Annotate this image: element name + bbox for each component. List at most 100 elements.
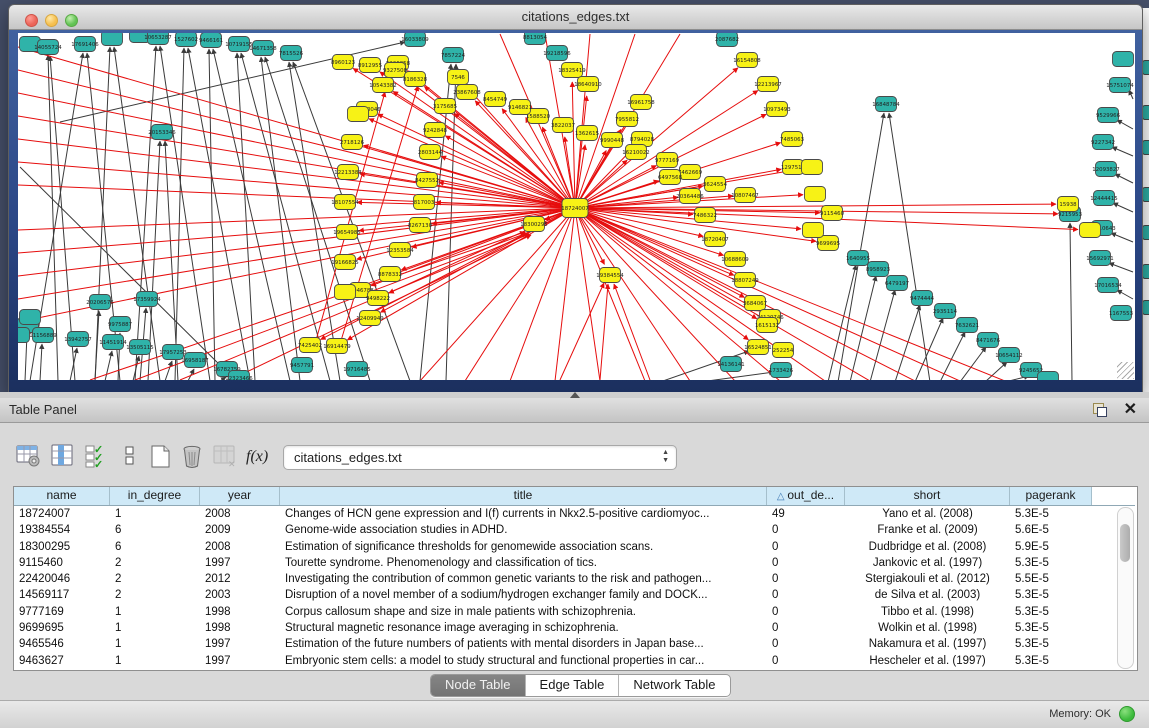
graph-node[interactable]: 7632621 bbox=[955, 318, 979, 333]
graph-node[interactable]: 9457791 bbox=[290, 358, 314, 373]
graph-node[interactable]: 17691406 bbox=[71, 37, 99, 52]
graph-node[interactable]: 17359924 bbox=[133, 292, 161, 307]
graph-node[interactable]: 12444415 bbox=[1090, 191, 1117, 206]
graph-node[interactable]: 1527602 bbox=[174, 33, 198, 47]
graph-node[interactable]: 9498222 bbox=[366, 291, 390, 306]
graph-node[interactable]: 8471676 bbox=[976, 333, 1001, 348]
graph-node[interactable]: 2935114 bbox=[933, 304, 958, 319]
graph-node[interactable]: 14136141 bbox=[717, 357, 744, 372]
tab-network-table[interactable]: Network Table bbox=[619, 675, 729, 696]
graph-node[interactable] bbox=[1113, 52, 1134, 67]
column-visibility-icon[interactable] bbox=[50, 444, 78, 472]
graph-node[interactable]: 19218596 bbox=[543, 46, 571, 61]
graph-node[interactable] bbox=[1038, 372, 1059, 381]
column-header-year[interactable]: year bbox=[200, 487, 280, 505]
close-panel-icon[interactable]: ✕ bbox=[1124, 401, 1137, 419]
float-panel-icon[interactable] bbox=[1093, 403, 1107, 417]
table-row[interactable]: 946362711997Embryonic stem cells: a mode… bbox=[14, 653, 1135, 669]
graph-node[interactable]: 18720407 bbox=[701, 232, 728, 247]
graph-node[interactable]: 20153346 bbox=[148, 125, 176, 140]
network-canvas[interactable]: 1405572417691406106532871527602946616110… bbox=[18, 33, 1135, 380]
graph-node[interactable]: 1167553 bbox=[1109, 306, 1133, 321]
graph-node[interactable]: 8267130 bbox=[408, 218, 433, 233]
table-row[interactable]: 2242004622012Investigating the contribut… bbox=[14, 571, 1135, 587]
graph-node[interactable]: 20364486 bbox=[676, 189, 704, 204]
new-column-icon[interactable] bbox=[148, 444, 176, 472]
column-header-out_de[interactable]: △ out_de... bbox=[767, 487, 845, 505]
graph-node[interactable]: 11156889 bbox=[29, 328, 57, 343]
graph-node[interactable]: 16848784 bbox=[872, 97, 900, 112]
graph-node[interactable]: 8960123 bbox=[331, 55, 355, 70]
graph-node[interactable]: 10688609 bbox=[721, 252, 749, 267]
graph-node[interactable]: 817003 bbox=[414, 195, 435, 210]
table-row[interactable]: 1938455462009Genome-wide association stu… bbox=[14, 522, 1135, 538]
column-header-in_degree[interactable]: in_degree bbox=[110, 487, 200, 505]
graph-node[interactable]: 6497568 bbox=[658, 170, 683, 185]
graph-node[interactable]: 18300295 bbox=[520, 217, 547, 232]
graph-node[interactable]: 9146821 bbox=[508, 100, 532, 115]
graph-node[interactable]: 19166825 bbox=[331, 255, 358, 270]
graph-node[interactable]: 16154808 bbox=[733, 53, 761, 68]
graph-node[interactable]: 8186328 bbox=[403, 72, 428, 87]
graph-node[interactable]: 18640910 bbox=[574, 77, 602, 92]
graph-node[interactable]: 9529966 bbox=[1096, 108, 1121, 123]
graph-node[interactable] bbox=[348, 107, 369, 122]
table-row[interactable]: 1830029562008Estimation of significance … bbox=[14, 539, 1135, 555]
graph-node[interactable]: 3175685 bbox=[433, 99, 457, 114]
graph-node[interactable]: 10543382 bbox=[369, 78, 396, 93]
graph-node[interactable]: 16524851 bbox=[744, 340, 771, 355]
graph-node[interactable] bbox=[20, 310, 41, 325]
graph-node[interactable]: 15692971 bbox=[1086, 251, 1113, 266]
column-header-title[interactable]: title bbox=[280, 487, 767, 505]
graph-node[interactable]: 3684067 bbox=[743, 296, 767, 311]
graph-node[interactable] bbox=[18, 328, 30, 343]
graph-node[interactable]: 12213383 bbox=[334, 165, 361, 180]
graph-node[interactable] bbox=[802, 160, 823, 175]
graph-node[interactable]: 1362615 bbox=[575, 126, 599, 141]
graph-node[interactable]: 12093827 bbox=[1092, 162, 1119, 177]
graph-node[interactable]: 18325419 bbox=[558, 63, 586, 78]
graph-node[interactable]: 10973493 bbox=[763, 102, 790, 117]
graph-node[interactable]: 12353584 bbox=[386, 243, 414, 258]
graph-node[interactable]: 16033809 bbox=[401, 33, 429, 47]
graph-node[interactable]: 9115460 bbox=[820, 206, 845, 221]
delete-column-icon[interactable] bbox=[180, 444, 208, 472]
graph-node[interactable] bbox=[102, 33, 123, 46]
graph-node[interactable]: 2803144 bbox=[418, 145, 443, 160]
graph-node[interactable]: 16958187 bbox=[181, 353, 208, 368]
column-header-pagerank[interactable]: pagerank bbox=[1010, 487, 1092, 505]
graph-node[interactable]: 11451914 bbox=[99, 335, 127, 350]
graph-node[interactable]: 8958923 bbox=[866, 262, 890, 277]
graph-node[interactable]: 9975887 bbox=[108, 317, 132, 332]
graph-node[interactable]: 16210022 bbox=[622, 145, 649, 160]
graph-node[interactable]: 10654112 bbox=[995, 348, 1022, 363]
graph-node[interactable]: 7815526 bbox=[279, 46, 304, 61]
table-row[interactable]: 1872400712008Changes of HCN gene express… bbox=[14, 506, 1135, 522]
graph-node[interactable]: 8813054 bbox=[523, 33, 548, 45]
table-scrollbar[interactable] bbox=[1117, 507, 1134, 669]
graph-node[interactable]: 1640955 bbox=[846, 251, 870, 266]
graph-node[interactable]: 15938 bbox=[1058, 197, 1079, 212]
graph-node[interactable]: 10807467 bbox=[731, 188, 758, 203]
graph-node[interactable]: 252254 bbox=[773, 343, 794, 358]
graph-node[interactable]: 9466161 bbox=[199, 33, 223, 48]
graph-node[interactable]: 18807249 bbox=[731, 273, 759, 288]
network-table-select[interactable]: citations_edges.txt ▲▼ bbox=[283, 445, 677, 470]
row-selection-icon[interactable]: ✓✓✓ bbox=[84, 444, 112, 472]
graph-node[interactable]: 7485063 bbox=[780, 132, 804, 147]
column-header-name[interactable]: name bbox=[14, 487, 110, 505]
graph-node[interactable]: 9327508 bbox=[383, 63, 408, 78]
graph-node[interactable]: 17016534 bbox=[1094, 278, 1122, 293]
graph-node[interactable]: 14671358 bbox=[249, 41, 277, 56]
graph-node[interactable]: 12323466 bbox=[225, 371, 253, 381]
table-row[interactable]: 946554611997Estimation of the future num… bbox=[14, 636, 1135, 652]
table-row[interactable]: 911546021997Tourette syndrome. Phenomeno… bbox=[14, 555, 1135, 571]
graph-node[interactable]: 23867608 bbox=[453, 85, 481, 100]
tab-edge-table[interactable]: Edge Table bbox=[526, 675, 620, 696]
graph-node[interactable]: 7425402 bbox=[298, 338, 322, 353]
graph-node[interactable]: 3624554 bbox=[703, 177, 728, 192]
graph-node[interactable]: 9242848 bbox=[423, 123, 448, 138]
resize-grip-icon[interactable] bbox=[1117, 362, 1134, 379]
graph-node[interactable]: 16961758 bbox=[627, 95, 655, 110]
graph-node[interactable]: 9227342 bbox=[1091, 135, 1115, 150]
